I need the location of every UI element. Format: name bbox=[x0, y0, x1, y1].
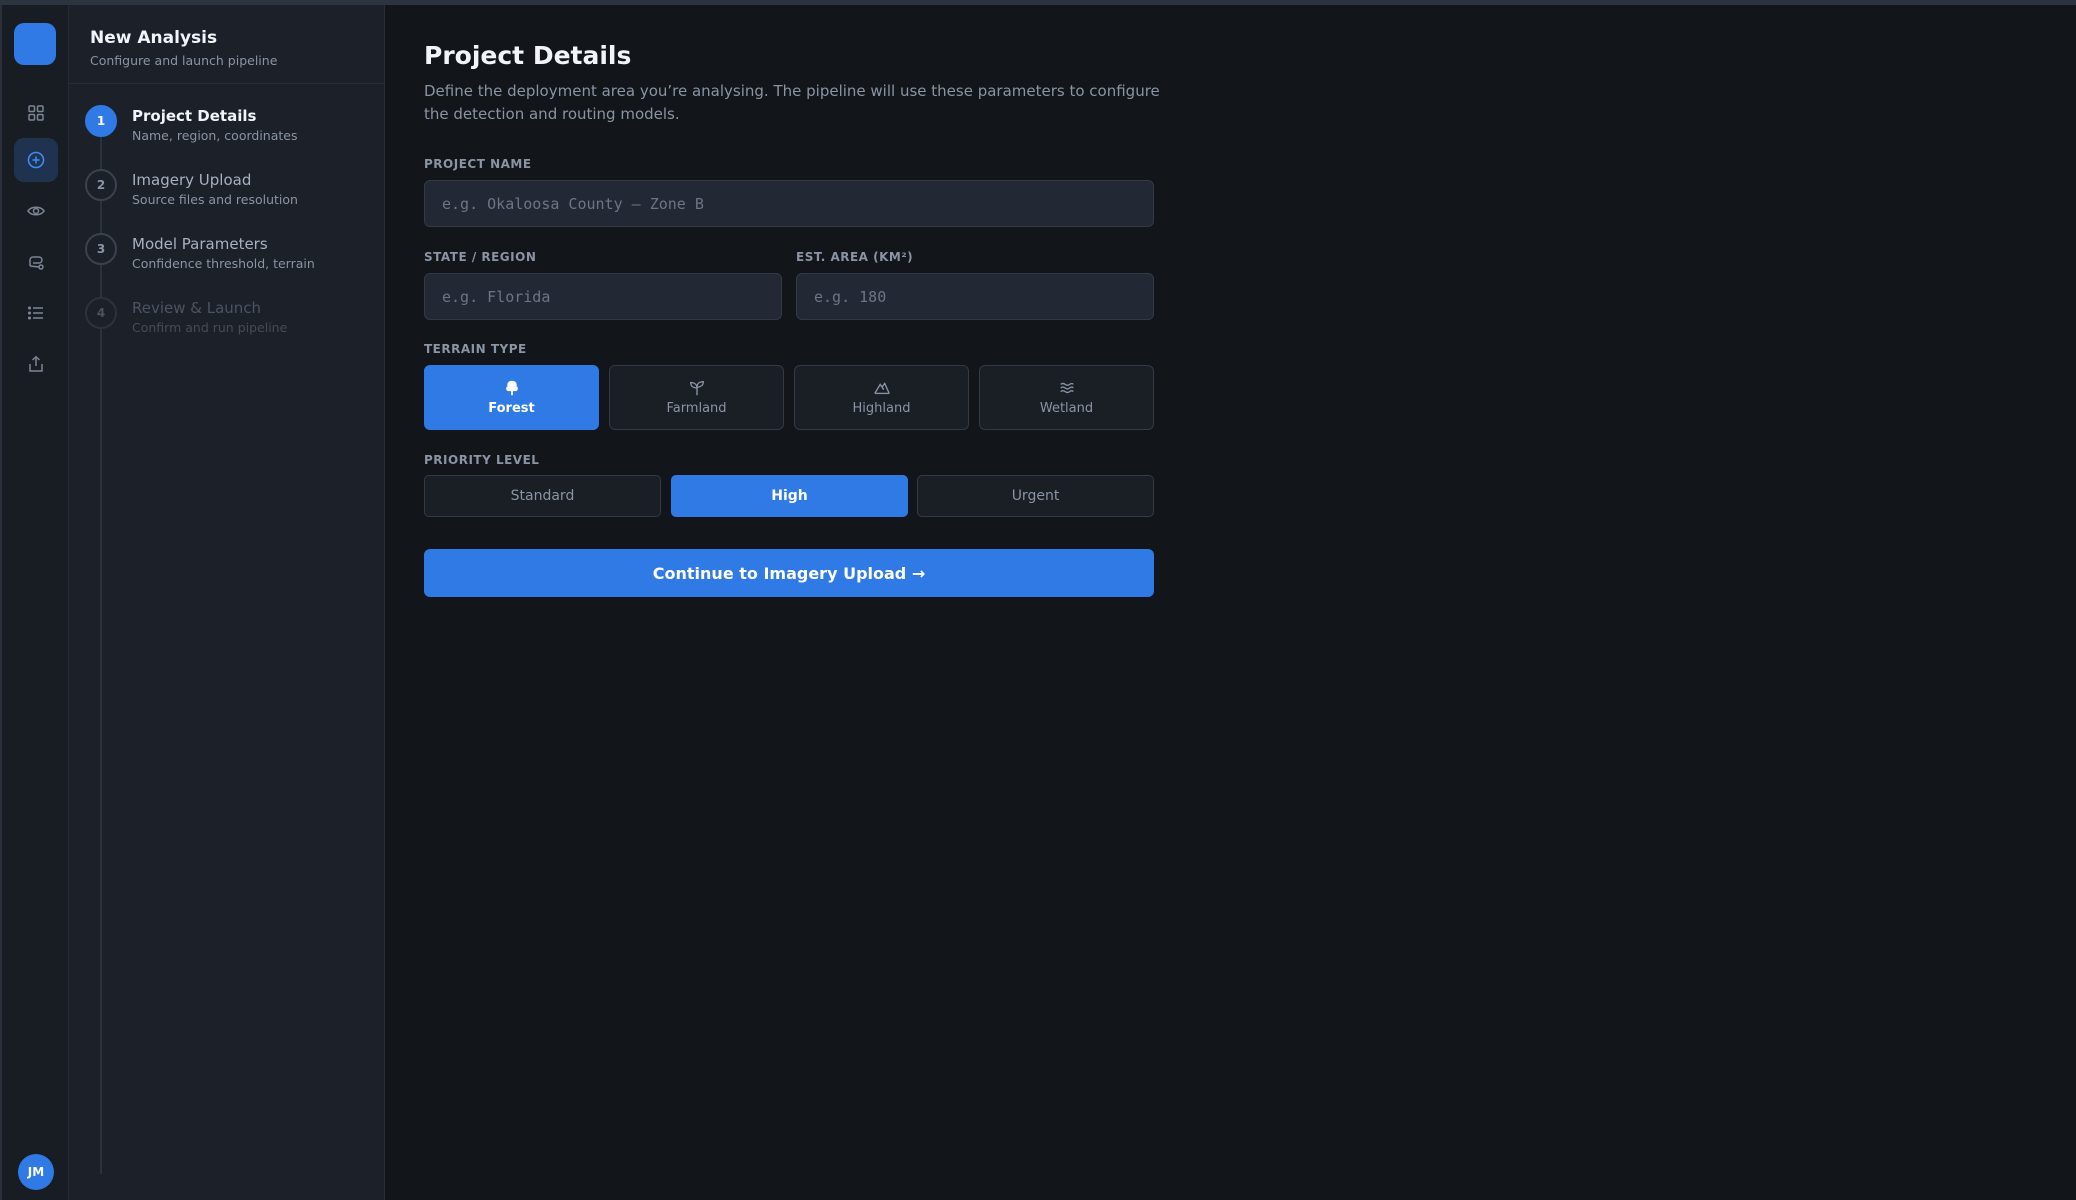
plus-circle-icon bbox=[27, 151, 45, 169]
continue-button[interactable]: Continue to Imagery Upload → bbox=[424, 549, 1154, 597]
step-number: 2 bbox=[85, 169, 117, 201]
steps-header: New Analysis Configure and launch pipeli… bbox=[69, 5, 384, 84]
sidebar-title: New Analysis bbox=[90, 28, 218, 48]
step-review-launch: 4 Review & Launch Confirm and run pipeli… bbox=[85, 297, 375, 347]
priority-option-standard[interactable]: Standard bbox=[424, 475, 661, 517]
priority-option-high[interactable]: High bbox=[671, 475, 908, 517]
est-area-input[interactable] bbox=[796, 273, 1154, 320]
terrain-option-wetland[interactable]: Wetland bbox=[979, 365, 1154, 430]
step-subtitle: Name, region, coordinates bbox=[132, 128, 298, 143]
terrain-option-label: Highland bbox=[852, 401, 911, 416]
terrain-option-label: Forest bbox=[488, 401, 535, 416]
dashboard-nav-button[interactable] bbox=[14, 91, 58, 135]
route-icon bbox=[29, 256, 44, 270]
state-region-label: STATE / REGION bbox=[424, 250, 537, 264]
sidebar-subtitle: Configure and launch pipeline bbox=[90, 53, 278, 68]
project-name-input[interactable] bbox=[424, 180, 1154, 227]
step-subtitle: Source files and resolution bbox=[132, 192, 298, 207]
mountain-icon bbox=[873, 382, 890, 395]
list-icon bbox=[27, 306, 43, 320]
list-nav-button[interactable] bbox=[14, 291, 58, 335]
terrain-option-label: Farmland bbox=[666, 401, 727, 416]
step-model-parameters[interactable]: 3 Model Parameters Confidence threshold,… bbox=[85, 233, 375, 283]
routes-nav-button[interactable] bbox=[14, 240, 58, 284]
export-nav-button[interactable] bbox=[14, 342, 58, 386]
step-project-details[interactable]: 1 Project Details Name, region, coordina… bbox=[85, 105, 375, 155]
step-number: 3 bbox=[85, 233, 117, 265]
share-icon bbox=[29, 355, 43, 372]
terrain-option-highland[interactable]: Highland bbox=[794, 365, 969, 430]
step-number: 4 bbox=[85, 297, 117, 329]
project-name-label: PROJECT NAME bbox=[424, 157, 532, 171]
waves-icon bbox=[1059, 382, 1074, 394]
step-title: Review & Launch bbox=[132, 299, 262, 317]
review-nav-button[interactable] bbox=[14, 189, 58, 233]
step-title: Model Parameters bbox=[132, 235, 268, 253]
terrain-option-farmland[interactable]: Farmland bbox=[609, 365, 784, 430]
step-title: Imagery Upload bbox=[132, 171, 252, 189]
step-title: Project Details bbox=[132, 107, 257, 125]
steps-sidebar: New Analysis Configure and launch pipeli… bbox=[69, 5, 385, 1200]
step-number: 1 bbox=[85, 105, 117, 137]
step-subtitle: Confirm and run pipeline bbox=[132, 320, 288, 335]
eye-icon bbox=[27, 206, 45, 216]
new-analysis-nav-button[interactable] bbox=[14, 138, 58, 182]
step-imagery-upload[interactable]: 2 Imagery Upload Source files and resolu… bbox=[85, 169, 375, 219]
terrain-type-label: TERRAIN TYPE bbox=[424, 342, 527, 356]
est-area-label: EST. AREA (KM²) bbox=[796, 250, 914, 264]
page-description: Define the deployment area you’re analys… bbox=[424, 82, 1160, 123]
state-region-input[interactable] bbox=[424, 273, 782, 320]
page-title: Project Details bbox=[424, 41, 632, 70]
step-subtitle: Confidence threshold, terrain bbox=[132, 256, 315, 271]
tree-icon bbox=[505, 380, 518, 396]
user-avatar[interactable]: JM bbox=[18, 1154, 54, 1190]
grid-icon bbox=[28, 105, 44, 121]
icon-rail: JM bbox=[0, 5, 69, 1200]
app-logo[interactable] bbox=[14, 23, 56, 65]
terrain-option-label: Wetland bbox=[1039, 401, 1094, 416]
priority-level-label: PRIORITY LEVEL bbox=[424, 453, 540, 467]
sprout-icon bbox=[689, 381, 704, 396]
terrain-option-forest[interactable]: Forest bbox=[424, 365, 599, 430]
priority-option-urgent[interactable]: Urgent bbox=[917, 475, 1154, 517]
